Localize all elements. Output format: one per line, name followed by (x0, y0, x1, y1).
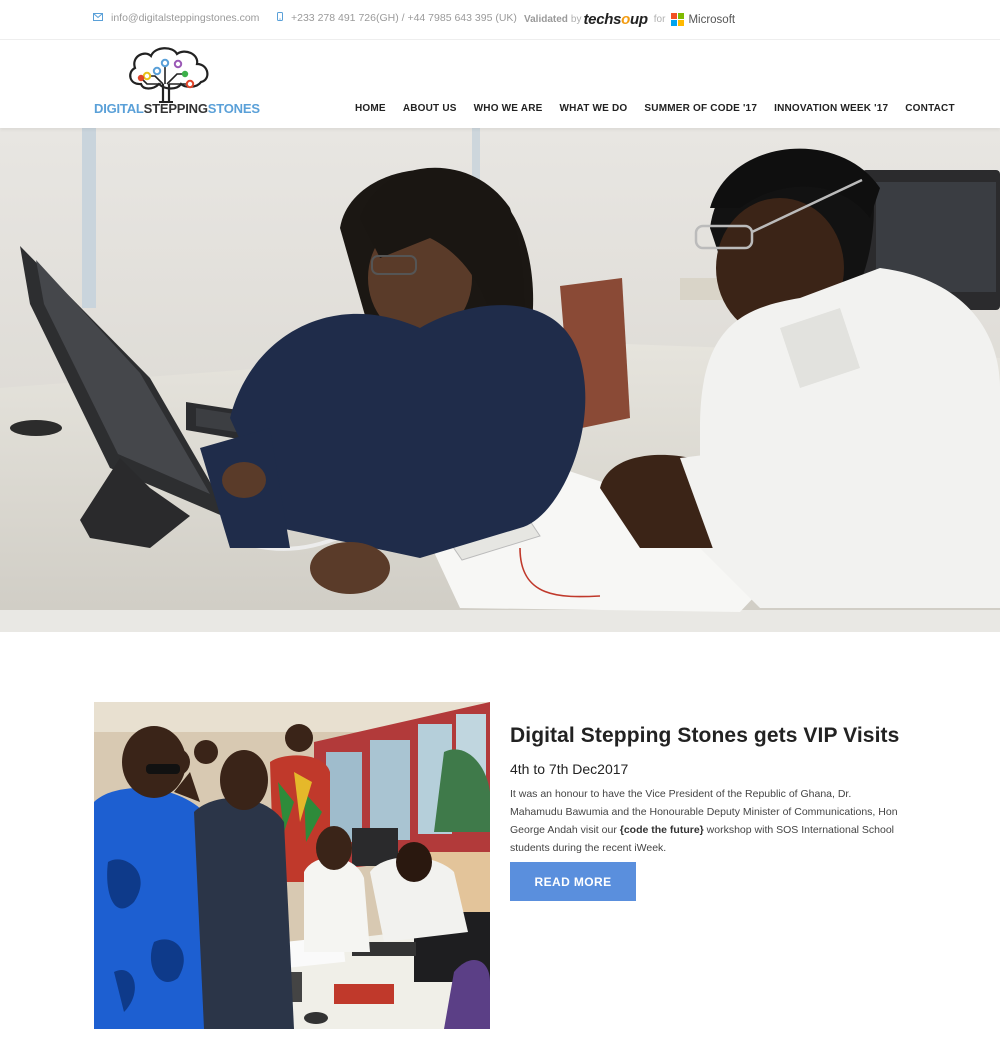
tree-logo-icon (129, 47, 209, 103)
phone-text: +233 278 491 726(GH) / +44 7985 643 395 … (291, 12, 517, 24)
nav-summer-of-code[interactable]: SUMMER OF CODE '17 (644, 103, 757, 114)
mobile-phone-icon (277, 12, 283, 24)
microsoft-logo-icon (671, 13, 685, 26)
read-more-button[interactable]: READ MORE (510, 862, 636, 901)
news-body: It was an honour to have the Vice Presid… (510, 785, 905, 857)
main-navigation: HOME ABOUT US WHO WE ARE WHAT WE DO SUMM… (355, 103, 955, 114)
nav-who-we-are[interactable]: WHO WE ARE (474, 103, 543, 114)
nav-what-we-do[interactable]: WHAT WE DO (560, 103, 628, 114)
hero-photo-students-computers (0, 128, 1000, 632)
nav-contact[interactable]: CONTACT (905, 103, 955, 114)
techsoup-logo: techsoup (583, 11, 648, 28)
news-date: 4th to 7th Dec2017 (510, 761, 629, 777)
news-title[interactable]: Digital Stepping Stones gets VIP Visits (510, 724, 899, 748)
top-bar: info@digitalsteppingstones.com +233 278 … (0, 0, 1000, 40)
validated-label: Validated (524, 14, 568, 25)
nav-innovation-week[interactable]: INNOVATION WEEK '17 (774, 103, 888, 114)
validated-for-label: for (653, 14, 666, 25)
hero-image (0, 128, 1000, 632)
contact-phone[interactable]: +233 278 491 726(GH) / +44 7985 643 395 … (277, 12, 517, 24)
news-body-bold: {code the future} (619, 824, 704, 836)
news-photo[interactable] (94, 702, 490, 1029)
validated-by-label: by (570, 14, 582, 25)
vip-visit-photo (94, 702, 490, 1029)
techsoup-validation-badge[interactable]: Validated by techsoup for Microsoft (524, 11, 735, 28)
envelope-icon (93, 12, 103, 24)
site-header: DIGITALSTEPPINGSTONES HOME ABOUT US WHO … (0, 40, 1000, 128)
logo-wordmark[interactable]: DIGITALSTEPPINGSTONES (94, 101, 260, 116)
nav-about-us[interactable]: ABOUT US (403, 103, 457, 114)
nav-home[interactable]: HOME (355, 103, 386, 114)
microsoft-label: Microsoft (688, 13, 736, 26)
contact-email[interactable]: info@digitalsteppingstones.com (93, 12, 259, 24)
email-text: info@digitalsteppingstones.com (111, 12, 260, 24)
